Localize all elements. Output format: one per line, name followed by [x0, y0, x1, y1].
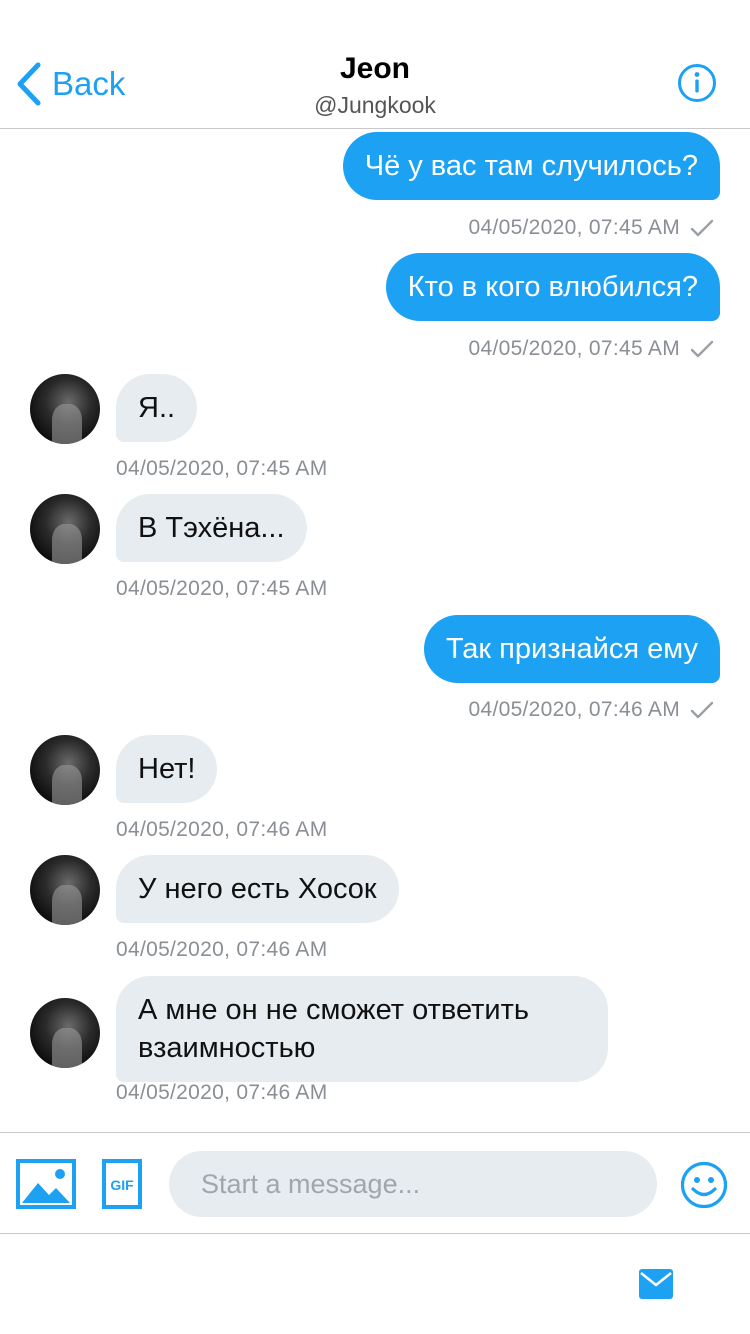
contact-handle: @Jungkook — [314, 92, 436, 118]
timestamp-text: 04/05/2020, 07:46 AM — [116, 1081, 328, 1104]
timestamp-text: 04/05/2020, 07:45 AM — [116, 457, 328, 480]
outgoing-message[interactable]: Кто в кого влюбился? — [385, 253, 720, 321]
incoming-message[interactable]: Нет! — [116, 735, 218, 803]
timestamp-text: 04/05/2020, 07:46 AM — [468, 698, 680, 721]
message-timestamp: 04/05/2020, 07:45 AM — [469, 337, 715, 361]
smiley-icon[interactable] — [680, 1161, 728, 1209]
message-input[interactable] — [169, 1151, 657, 1217]
incoming-message[interactable]: Я.. — [116, 374, 198, 442]
checkmark-icon — [690, 340, 714, 358]
timestamp-text: 04/05/2020, 07:46 AM — [116, 938, 328, 961]
timestamp-text: 04/05/2020, 07:46 AM — [116, 818, 328, 841]
outgoing-message[interactable]: Чё у вас там случилось? — [342, 132, 720, 200]
message-timestamp: 04/05/2020, 07:45 AM — [469, 216, 715, 240]
incoming-message[interactable]: А мне он не сможет ответить взаимностью — [116, 976, 608, 1082]
checkmark-icon — [690, 219, 714, 237]
incoming-message[interactable]: У него есть Хосок — [116, 855, 399, 923]
chat-screen: Back Jeon @Jungkook Чё у вас там случило… — [0, 0, 750, 1334]
info-icon[interactable] — [677, 63, 717, 103]
timestamp-text: 04/05/2020, 07:45 AM — [116, 577, 328, 600]
message-composer: GIF — [0, 1132, 750, 1234]
avatar[interactable] — [30, 374, 100, 444]
incoming-message[interactable]: В Тэхёна... — [116, 494, 307, 562]
contact-name: Jeon — [339, 52, 411, 85]
message-timestamp: 04/05/2020, 07:46 AM — [469, 698, 715, 722]
bottom-bar — [0, 1234, 750, 1334]
avatar[interactable] — [30, 998, 100, 1068]
gif-label: GIF — [110, 1177, 134, 1193]
outgoing-message[interactable]: Так признайся ему — [423, 615, 720, 683]
timestamp-text: 04/05/2020, 07:45 AM — [468, 216, 680, 239]
gif-icon[interactable]: GIF — [102, 1159, 142, 1209]
envelope-icon[interactable] — [638, 1266, 674, 1302]
image-icon[interactable] — [16, 1159, 76, 1209]
avatar[interactable] — [30, 735, 100, 805]
avatar[interactable] — [30, 855, 100, 925]
conversation-header: Back Jeon @Jungkook — [0, 0, 750, 129]
timestamp-text: 04/05/2020, 07:45 AM — [468, 337, 680, 360]
avatar[interactable] — [30, 494, 100, 564]
checkmark-icon — [690, 701, 714, 719]
